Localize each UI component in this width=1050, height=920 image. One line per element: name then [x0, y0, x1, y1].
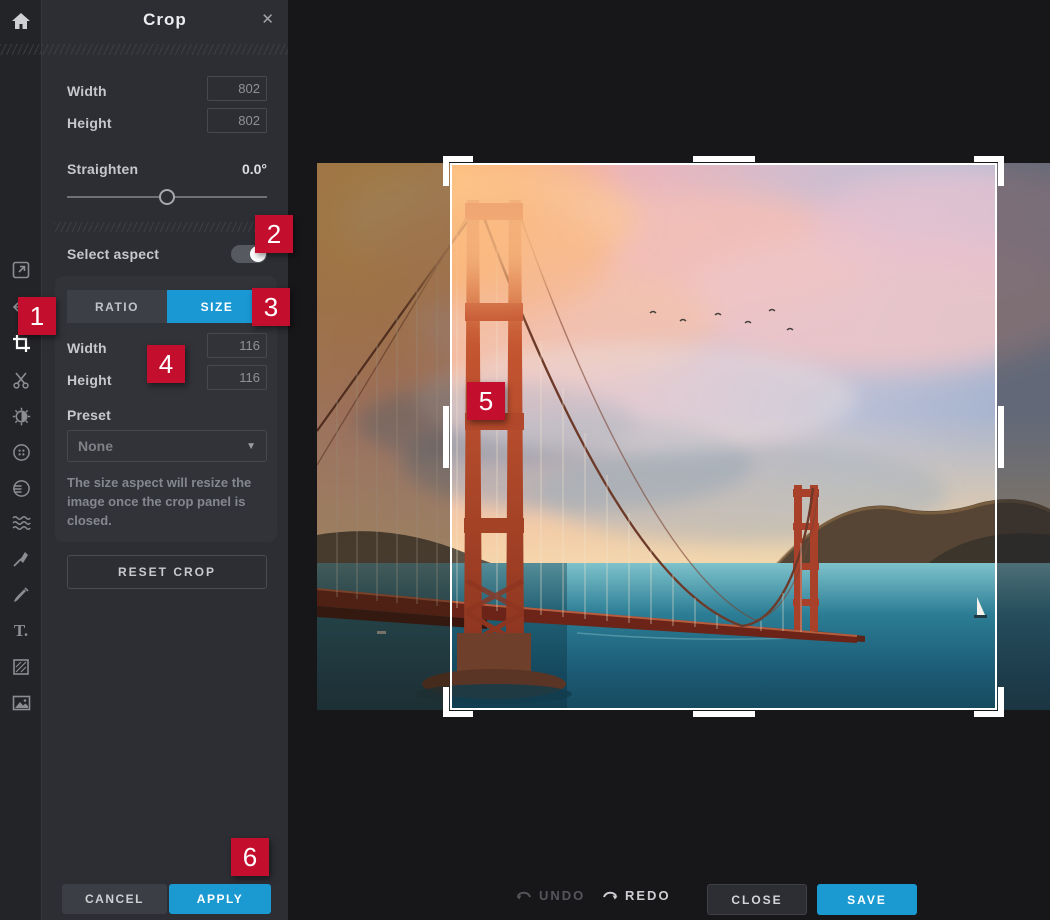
- redo-label: REDO: [625, 888, 671, 903]
- reset-crop-button[interactable]: RESET CROP: [67, 555, 267, 589]
- size-aspect-note: The size aspect will resize the image on…: [67, 474, 267, 531]
- annotation-badge-2: 2: [255, 215, 293, 253]
- straighten-value: 0.0°: [242, 161, 267, 177]
- blush-brush-icon: [12, 550, 30, 568]
- redo-button[interactable]: REDO: [601, 888, 671, 903]
- tool-rail: T.: [0, 0, 42, 920]
- tone-icon: [12, 479, 31, 498]
- crop-height-label: Height: [67, 115, 112, 131]
- close-button[interactable]: CLOSE: [707, 884, 807, 915]
- photo-editor-app: T. Crop ✕ Width Height Straighten: [0, 0, 1050, 920]
- annotation-badge-3: 3: [252, 288, 290, 326]
- close-panel-icon[interactable]: ✕: [261, 10, 274, 28]
- crop-width-label: Width: [67, 83, 107, 99]
- crop-icon: [12, 334, 31, 353]
- annotation-badge-4: 4: [147, 345, 185, 383]
- apply-button[interactable]: APPLY: [169, 884, 271, 914]
- tool-blush[interactable]: [0, 542, 42, 576]
- crop-handle-right[interactable]: [998, 406, 1004, 468]
- crop-handle-top[interactable]: [693, 156, 755, 162]
- crop-handle-top-left[interactable]: [443, 156, 473, 186]
- undo-button[interactable]: UNDO: [515, 888, 585, 903]
- size-width-label: Width: [67, 340, 107, 356]
- cutout-scissors-icon: [12, 371, 30, 389]
- crop-handle-bottom-left[interactable]: [443, 687, 473, 717]
- redo-icon: [601, 889, 619, 903]
- text-tool-icon: T.: [14, 621, 28, 641]
- section-divider: [54, 222, 260, 232]
- tool-liquify[interactable]: [0, 506, 42, 540]
- crop-handle-bottom-right[interactable]: [974, 687, 1004, 717]
- annotation-badge-1: 1: [18, 297, 56, 335]
- tool-draw[interactable]: [0, 578, 42, 612]
- chevron-down-icon: ▼: [246, 441, 256, 452]
- liquify-waves-icon: [11, 514, 31, 532]
- annotation-badge-6: 6: [231, 838, 269, 876]
- panel-divider: [42, 44, 288, 55]
- home-icon: [11, 12, 31, 30]
- dim-overlay-right: [997, 163, 1050, 710]
- preset-label: Preset: [67, 407, 111, 423]
- annotation-badge-5: 5: [467, 382, 505, 420]
- tool-adjust[interactable]: [0, 399, 42, 433]
- tool-cutout[interactable]: [0, 363, 42, 397]
- tab-ratio[interactable]: RATIO: [67, 290, 167, 323]
- add-image-icon: [12, 694, 31, 712]
- crop-width-input[interactable]: [207, 76, 267, 101]
- draw-brush-icon: [12, 586, 30, 604]
- preset-dropdown[interactable]: None ▼: [67, 430, 267, 462]
- crop-handle-left[interactable]: [443, 406, 449, 468]
- cancel-button[interactable]: CANCEL: [62, 884, 167, 914]
- tool-retouch[interactable]: [0, 435, 42, 469]
- panel-title: Crop: [42, 10, 288, 30]
- adjust-icon: [12, 407, 31, 426]
- tool-fill[interactable]: [0, 650, 42, 684]
- fill-pattern-icon: [12, 658, 30, 676]
- straighten-slider-handle[interactable]: [159, 189, 175, 205]
- size-width-input[interactable]: [207, 333, 267, 358]
- select-aspect-label: Select aspect: [67, 246, 159, 262]
- tool-tone[interactable]: [0, 471, 42, 505]
- save-button[interactable]: SAVE: [817, 884, 917, 915]
- dim-overlay-left: [317, 163, 450, 710]
- retouch-button-icon: [12, 443, 31, 462]
- crop-selection[interactable]: [450, 163, 997, 710]
- open-image-icon: [12, 261, 30, 279]
- home-button[interactable]: [0, 6, 42, 36]
- size-height-input[interactable]: [207, 365, 267, 390]
- straighten-label: Straighten: [67, 161, 138, 177]
- undo-icon: [515, 889, 533, 903]
- undo-label: UNDO: [539, 888, 585, 903]
- tool-add-image[interactable]: [0, 686, 42, 720]
- crop-handle-top-right[interactable]: [974, 156, 1004, 186]
- tool-open-image[interactable]: [0, 253, 42, 287]
- size-height-label: Height: [67, 372, 112, 388]
- crop-handle-bottom[interactable]: [693, 711, 755, 717]
- toolbar-divider: [0, 44, 42, 55]
- preset-value: None: [78, 438, 113, 454]
- crop-height-input[interactable]: [207, 108, 267, 133]
- tool-text[interactable]: T.: [0, 614, 42, 648]
- crop-panel: Crop ✕ Width Height Straighten 0.0° Sele…: [42, 0, 288, 920]
